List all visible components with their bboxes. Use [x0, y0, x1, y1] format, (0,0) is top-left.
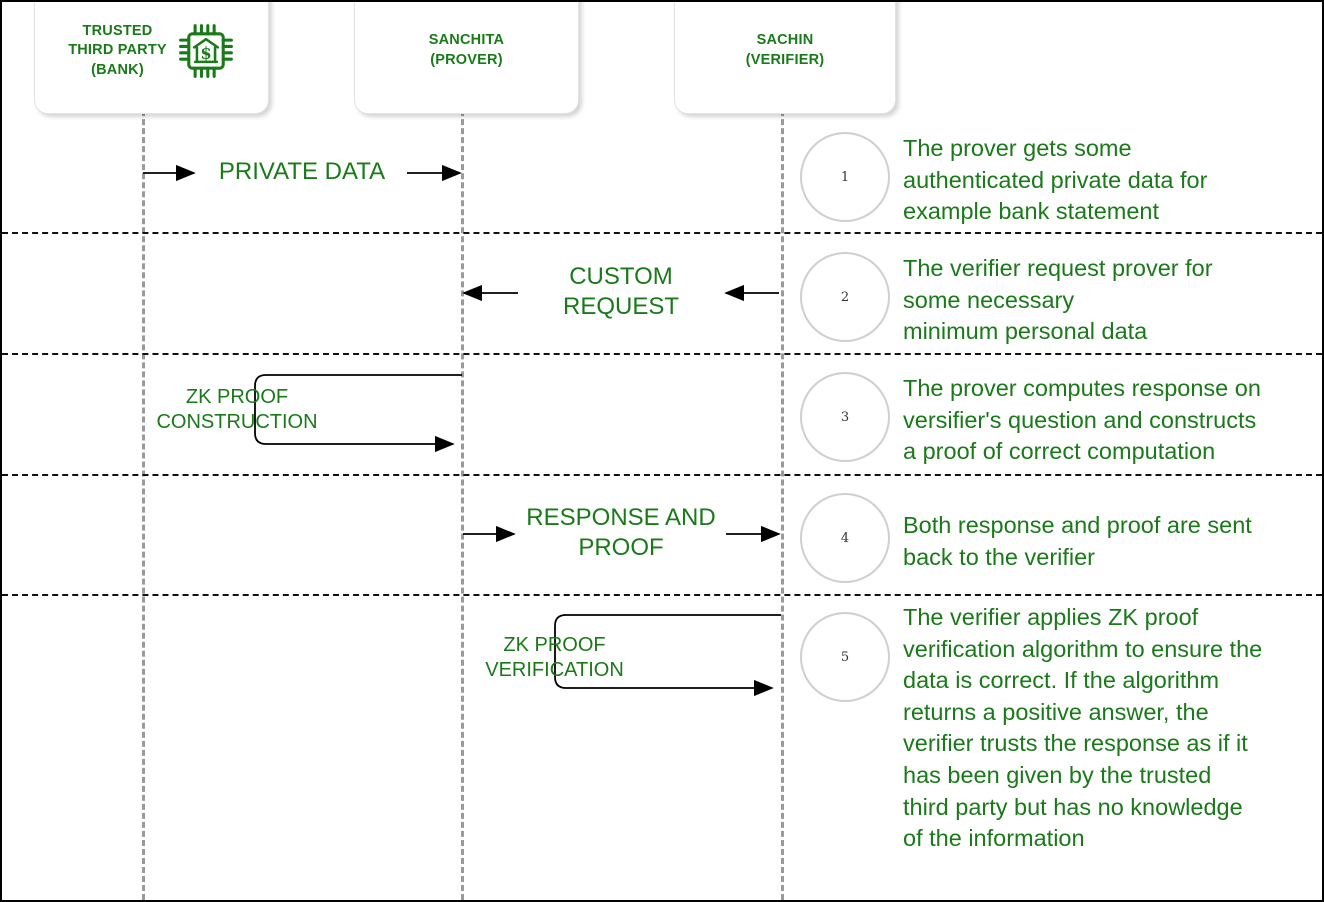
step-number-4: 4	[840, 530, 850, 546]
actor-prover-label: SANCHITA (PROVER)	[428, 32, 505, 68]
actor-trusted-third-party[interactable]: TRUSTED THIRD PARTY (BANK) $	[34, 2, 269, 114]
row-separator-3	[2, 474, 1322, 476]
step-circle-2: 2	[800, 252, 890, 342]
svg-text:$: $	[200, 44, 211, 63]
row-separator-1	[2, 232, 1322, 234]
step-circle-1: 1	[800, 132, 890, 222]
step-description-5: The verifier applies ZK proof verificati…	[903, 604, 1263, 852]
step-number-5: 5	[840, 649, 850, 665]
step-description-2: The verifier request prover for some nec…	[903, 255, 1213, 345]
step-number-2: 2	[840, 289, 850, 305]
row-separator-4	[2, 594, 1322, 596]
bank-chip-icon: $	[178, 24, 233, 78]
message-label-private-data: PRIVATE DATA	[218, 158, 386, 185]
step-description-1: The prover gets some authenticated priva…	[903, 135, 1208, 225]
row-separator-2	[2, 353, 1322, 355]
actor-verifier-label: SACHIN (VERIFIER)	[745, 32, 825, 68]
actor-verifier[interactable]: SACHIN (VERIFIER)	[674, 2, 896, 114]
step-circle-3: 3	[800, 372, 890, 462]
actor-prover[interactable]: SANCHITA (PROVER)	[354, 2, 579, 114]
sequence-diagram-canvas: TRUSTED THIRD PARTY (BANK) $ SANCHITA (P…	[0, 0, 1324, 902]
actor-trusted-third-party-label: TRUSTED THIRD PARTY (BANK)	[68, 22, 167, 78]
step-circle-5: 5	[800, 612, 890, 702]
step-number-3: 3	[840, 409, 850, 425]
message-label-zk-proof-verification: ZK PROOF VERIFICATION	[485, 634, 624, 681]
lifeline-verifier	[781, 2, 784, 900]
message-label-zk-proof-construction: ZK PROOF CONSTRUCTION	[156, 386, 318, 433]
lifeline-trusted-third-party	[142, 2, 145, 900]
step-description-4: Both response and proof are sent back to…	[903, 512, 1252, 570]
step-circle-4: 4	[800, 493, 890, 583]
step-description-3: The prover computes response on versifie…	[903, 375, 1261, 465]
message-label-response-and-proof: RESPONSE AND PROOF	[526, 504, 716, 561]
step-number-1: 1	[840, 169, 850, 185]
message-label-custom-request: CUSTOM REQUEST	[562, 263, 679, 320]
